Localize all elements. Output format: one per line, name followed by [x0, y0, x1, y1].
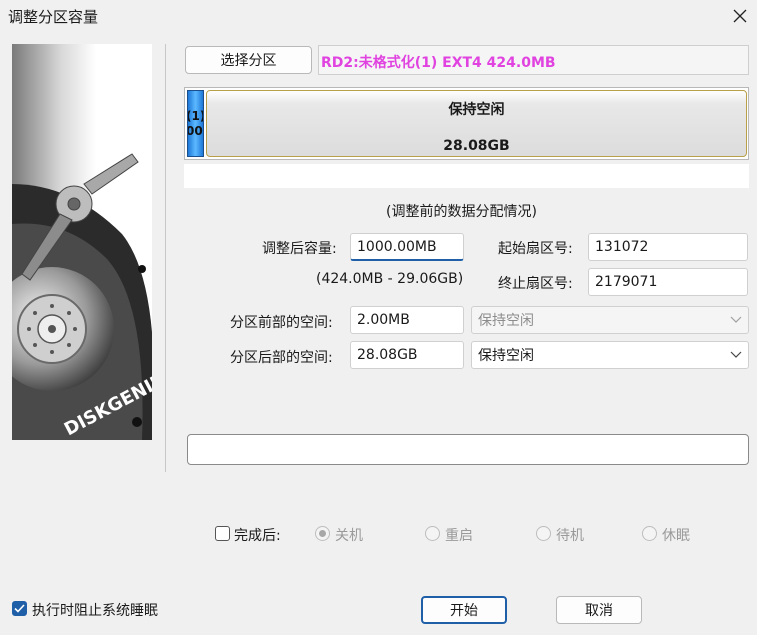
size-range-text: (424.0MB - 29.06GB)	[316, 271, 464, 287]
check-icon	[14, 604, 25, 613]
disk-segment-free: 保持空闲 28.08GB	[206, 90, 747, 157]
radio-shutdown[interactable]	[315, 526, 330, 541]
disk-segment-free-size: 28.08GB	[443, 138, 510, 154]
front-space-select-value: 保持空闲	[478, 313, 534, 329]
front-space-label: 分区前部的空间:	[230, 315, 333, 331]
disk-segment-used: (1) 00	[187, 90, 204, 157]
start-button[interactable]: 开始	[421, 596, 507, 624]
disk-segment-used-label: (1)	[188, 109, 204, 123]
vertical-divider	[165, 44, 166, 472]
radio-hibernate-label: 休眠	[662, 528, 690, 544]
radio-hibernate[interactable]	[642, 526, 657, 541]
radio-restart[interactable]	[425, 526, 440, 541]
back-space-select-value: 保持空闲	[478, 348, 534, 364]
start-sector-label: 起始扇区号:	[498, 241, 573, 257]
close-button[interactable]	[722, 0, 757, 32]
end-sector-label: 终止扇区号:	[498, 276, 573, 292]
radio-standby-label: 待机	[556, 528, 584, 544]
diskgenius-logo-image: DISKGENIUS	[12, 44, 152, 440]
radio-shutdown-indicator	[315, 526, 330, 541]
disk-map-footer	[184, 164, 749, 188]
end-sector-input[interactable]: 2179071	[588, 268, 748, 296]
radio-shutdown-label: 关机	[335, 528, 363, 544]
start-sector-input[interactable]: 131072	[588, 233, 748, 261]
radio-hibernate-indicator	[642, 526, 657, 541]
back-space-label: 分区后部的空间:	[230, 350, 333, 366]
before-allocation-note: (调整前的数据分配情况)	[386, 204, 537, 220]
close-icon	[733, 9, 746, 23]
radio-restart-label: 重启	[445, 528, 473, 544]
partition-info: RD2:未格式化(1) EXT4 424.0MB	[318, 45, 749, 75]
title-bar	[0, 0, 757, 32]
select-partition-button[interactable]: 选择分区	[185, 46, 312, 74]
radio-restart-indicator	[425, 526, 440, 541]
front-space-select[interactable]: 保持空闲	[471, 306, 749, 334]
progress-bar	[187, 434, 749, 465]
cancel-button[interactable]: 取消	[556, 596, 642, 624]
radio-standby-indicator	[536, 526, 551, 541]
new-size-label: 调整后容量:	[262, 241, 337, 257]
back-space-input[interactable]: 28.08GB	[350, 341, 464, 369]
prevent-sleep-label: 执行时阻止系统睡眠	[32, 603, 158, 619]
after-completion-checkbox[interactable]	[215, 526, 230, 541]
radio-standby[interactable]	[536, 526, 551, 541]
disk-segment-used-size: 00	[187, 124, 203, 138]
disk-segment-free-title: 保持空闲	[448, 102, 505, 118]
window-title: 调整分区容量	[8, 8, 99, 26]
front-space-input[interactable]: 2.00MB	[350, 306, 464, 334]
prevent-sleep-checkbox[interactable]	[12, 601, 27, 616]
after-completion-label: 完成后:	[234, 528, 281, 544]
chevron-down-icon	[730, 316, 742, 323]
new-size-input[interactable]: 1000.00MB	[350, 233, 464, 261]
back-space-select[interactable]: 保持空闲	[471, 341, 749, 369]
chevron-down-icon	[730, 351, 742, 358]
